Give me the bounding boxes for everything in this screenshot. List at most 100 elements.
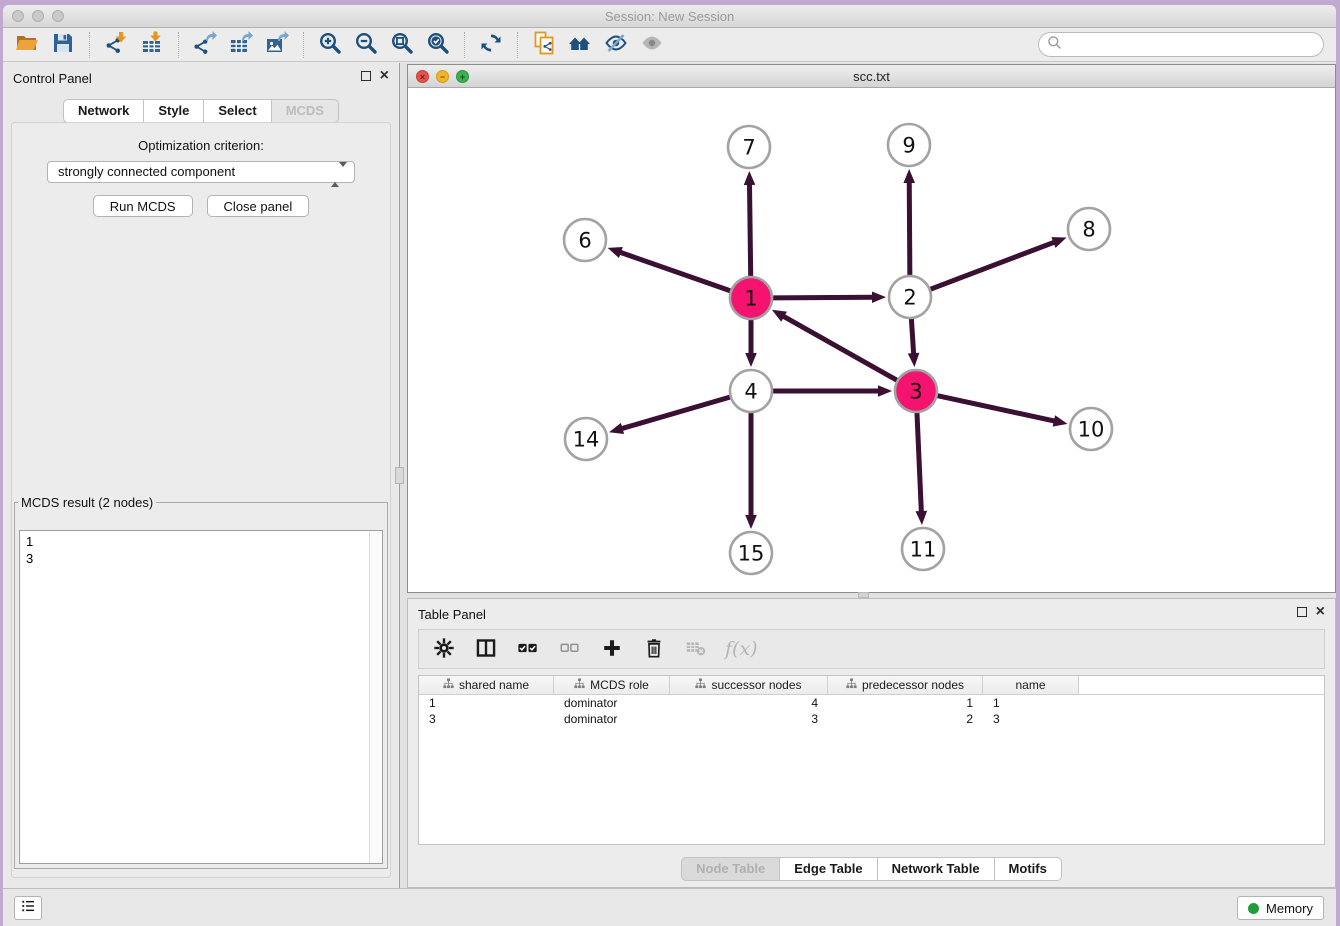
graph-edge-4-15[interactable] — [745, 413, 757, 529]
save-session-button[interactable] — [48, 30, 78, 60]
tab-node-table[interactable]: Node Table — [681, 857, 780, 881]
table-cell: dominator — [554, 695, 670, 711]
graph-edge-1-2[interactable] — [773, 291, 886, 303]
table-panel-header: Table Panel × — [408, 599, 1335, 629]
search-box[interactable] — [1038, 32, 1324, 57]
graph-edge-3-1[interactable] — [772, 310, 897, 380]
control-panel: Control Panel × NetworkStyleSelectMCDS O… — [3, 63, 400, 888]
open-file-button[interactable] — [12, 30, 42, 60]
duplicate-network-icon — [532, 31, 556, 58]
table-cell: 3 — [419, 711, 554, 727]
toolbar-separator — [517, 32, 518, 58]
float-table-panel-icon[interactable] — [1297, 607, 1307, 617]
toolbar-separator — [89, 32, 90, 58]
function-icon: f(x) — [725, 638, 758, 660]
zoom-in-button[interactable] — [315, 30, 345, 60]
column-header-label: shared name — [459, 678, 529, 692]
export-image-button[interactable] — [262, 30, 292, 60]
graph-node-4[interactable]: 4 — [730, 370, 772, 412]
criterion-selected-value: strongly connected component — [58, 164, 235, 179]
graph-node-2[interactable]: 2 — [889, 276, 931, 318]
graph-edge-2-8[interactable] — [931, 237, 1067, 289]
main-toolbar — [3, 28, 1336, 62]
graph-node-6[interactable]: 6 — [564, 219, 606, 261]
column-header-label: name — [1015, 678, 1045, 692]
unselect-all-columns-button[interactable] — [557, 636, 583, 662]
columns-icon — [475, 637, 497, 662]
graph-node-9[interactable]: 9 — [888, 124, 930, 166]
import-table-icon — [140, 31, 164, 58]
zoom-out-button[interactable] — [351, 30, 381, 60]
zoom-selected-button[interactable] — [423, 30, 453, 60]
graph-canvas[interactable]: 7 9 6 8 1 2 4 3 14 10 15 11 — [408, 89, 1335, 592]
export-table-button[interactable] — [226, 30, 256, 60]
graph-node-3[interactable]: 3 — [895, 370, 937, 412]
run-mcds-button[interactable]: Run MCDS — [93, 195, 193, 217]
attribute-icon — [846, 678, 857, 692]
duplicate-network-button[interactable] — [529, 30, 559, 60]
tab-network[interactable]: Network — [63, 99, 144, 123]
refresh-layout-button[interactable] — [476, 30, 506, 60]
graph-node-11[interactable]: 11 — [902, 528, 944, 570]
search-input[interactable] — [1062, 35, 1323, 55]
column-header-successor-nodes[interactable]: successor nodes — [670, 676, 828, 694]
column-header-name[interactable]: name — [983, 676, 1079, 694]
network-window: × − + scc.txt 7968124314101511 — [407, 64, 1336, 593]
tab-select[interactable]: Select — [204, 99, 271, 123]
task-history-button[interactable] — [14, 896, 42, 920]
close-panel-button[interactable]: Close panel — [207, 195, 310, 217]
mcds-result-title: MCDS result (2 nodes) — [18, 495, 156, 510]
graph-edge-1-4[interactable] — [745, 320, 757, 367]
window-title: Session: New Session — [3, 9, 1336, 24]
tab-motifs[interactable]: Motifs — [995, 857, 1062, 881]
table-row[interactable]: 1dominator411 — [419, 695, 1324, 711]
zoom-fit-button[interactable] — [387, 30, 417, 60]
column-header-shared-name[interactable]: shared name — [419, 676, 554, 694]
hide-details-button[interactable] — [601, 30, 631, 60]
export-network-button[interactable] — [190, 30, 220, 60]
column-options-button[interactable] — [473, 636, 499, 662]
table-row[interactable]: 3dominator323 — [419, 711, 1324, 727]
graph-edge-2-3[interactable] — [908, 319, 920, 367]
table-cell: 4 — [670, 695, 828, 711]
column-header-predecessor-nodes[interactable]: predecessor nodes — [828, 676, 983, 694]
first-neighbors-button[interactable] — [565, 30, 595, 60]
import-table-button[interactable] — [137, 30, 167, 60]
graph-node-15[interactable]: 15 — [730, 532, 772, 574]
graph-edge-2-9[interactable] — [903, 169, 915, 275]
column-header-mcds-role[interactable]: MCDS role — [554, 676, 670, 694]
graph-edge-4-3[interactable] — [773, 385, 892, 397]
select-all-columns-button[interactable] — [515, 636, 541, 662]
tab-network-table[interactable]: Network Table — [878, 857, 995, 881]
close-table-panel-icon[interactable]: × — [1316, 606, 1325, 618]
hide-graphics-icon — [604, 31, 628, 58]
result-scrollbar[interactable] — [369, 531, 382, 863]
graph-node-8[interactable]: 8 — [1068, 208, 1110, 250]
criterion-select[interactable]: strongly connected component — [47, 161, 355, 183]
graph-edge-4-14[interactable] — [609, 397, 730, 434]
delete-table-icon — [685, 637, 707, 662]
float-panel-icon[interactable] — [361, 71, 371, 81]
delete-columns-button[interactable] — [641, 636, 667, 662]
tab-style[interactable]: Style — [144, 99, 204, 123]
panel-splitter-handle[interactable] — [395, 467, 404, 484]
graph-edge-3-11[interactable] — [916, 413, 928, 525]
tab-edge-table[interactable]: Edge Table — [780, 857, 877, 881]
graph-edge-1-7[interactable] — [744, 171, 756, 276]
close-panel-icon[interactable]: × — [380, 70, 389, 82]
table-settings-button[interactable] — [431, 636, 457, 662]
import-network-button[interactable] — [101, 30, 131, 60]
graph-edge-3-10[interactable] — [937, 396, 1067, 427]
graph-node-7[interactable]: 7 — [728, 126, 770, 168]
tab-mcds[interactable]: MCDS — [272, 99, 339, 123]
graph-node-10[interactable]: 10 — [1070, 408, 1112, 450]
create-column-button[interactable] — [599, 636, 625, 662]
memory-button[interactable]: Memory — [1237, 896, 1324, 920]
graph-node-1[interactable]: 1 — [730, 277, 772, 319]
graph-node-14[interactable]: 14 — [565, 418, 607, 460]
graph-edge-1-6[interactable] — [608, 247, 731, 291]
mcds-result-line: 1 — [26, 533, 376, 550]
mcds-result-box[interactable]: 13 — [19, 530, 383, 864]
svg-text:4: 4 — [744, 379, 757, 403]
svg-text:6: 6 — [578, 228, 591, 252]
